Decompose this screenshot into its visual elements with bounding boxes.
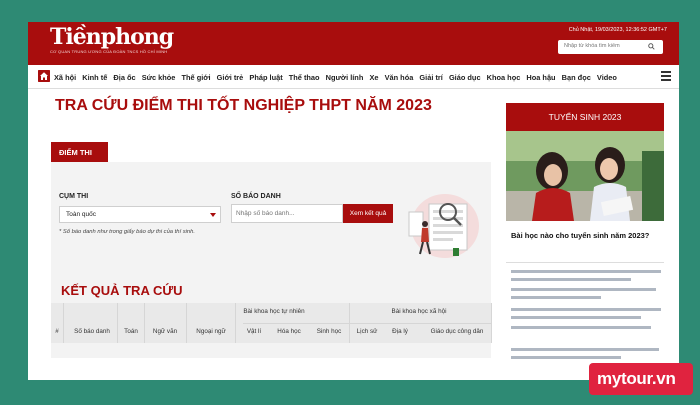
blurred-line xyxy=(511,326,651,329)
chevron-down-icon xyxy=(210,213,216,217)
nav-item-gioi-tre[interactable]: Giới trẻ xyxy=(217,73,244,82)
sbd-input[interactable] xyxy=(231,204,343,223)
col-header-index: # xyxy=(55,328,59,335)
col-header-toan: Toán xyxy=(124,328,138,335)
dateline: Chủ Nhật, 19/03/2023, 12:36:52 GMT+7 xyxy=(568,27,667,33)
col-header-vat-li: Vật lí xyxy=(246,328,262,335)
blurred-line xyxy=(511,288,656,291)
blurred-line xyxy=(511,278,631,281)
nav-item-suc-khoe[interactable]: Sức khỏe xyxy=(142,73,176,82)
results-title: KẾT QUẢ TRA CỨU xyxy=(61,283,183,298)
nav-item-hoa-hau[interactable]: Hoa hậu xyxy=(526,73,555,82)
search-input[interactable] xyxy=(564,43,639,49)
sidebar-divider xyxy=(506,262,664,263)
browser-page: Tiềnphong CƠ QUAN TRUNG ƯƠNG CỦA ĐOÀN TN… xyxy=(28,22,679,380)
nav-item-xe[interactable]: Xe xyxy=(369,73,378,82)
menu-icon[interactable] xyxy=(661,71,671,82)
col-header-sbd: Số báo danh xyxy=(74,328,110,335)
blurred-line xyxy=(511,348,659,351)
blurred-line xyxy=(511,316,641,319)
nav-item-nguoi-linh[interactable]: Người lính xyxy=(326,73,364,82)
search-illustration xyxy=(408,194,479,258)
page-title: TRA CỨU ĐIỂM THI TỐT NGHIỆP THPT NĂM 202… xyxy=(55,97,432,114)
cum-thi-value: Toàn quốc xyxy=(66,211,96,218)
logo-subtitle: CƠ QUAN TRUNG ƯƠNG CỦA ĐOÀN TNCS HỒ CHÍ … xyxy=(50,49,168,54)
site-header: Tiềnphong CƠ QUAN TRUNG ƯƠNG CỦA ĐOÀN TN… xyxy=(28,22,679,65)
col-header-gdcd: Giáo dục công dân xyxy=(430,328,484,335)
results-table: Bài khoa học tự nhiên Bài khoa học xã hộ… xyxy=(51,303,492,343)
view-results-button[interactable]: Xem kết quả xyxy=(343,204,393,223)
mytour-watermark: mytour.vn xyxy=(589,363,693,395)
sbd-label: SỐ BÁO DANH xyxy=(231,193,281,200)
sidebar-article-title[interactable]: Bài học nào cho tuyển sinh năm 2023? xyxy=(511,230,661,241)
cum-thi-select[interactable]: Toàn quốc xyxy=(59,206,221,223)
students-photo[interactable] xyxy=(506,131,664,221)
blurred-line xyxy=(511,308,661,311)
group-header-tn: Bài khoa học tự nhiên xyxy=(243,308,305,315)
col-header-hoa-hoc: Hóa học xyxy=(277,328,301,335)
nav-item-the-thao[interactable]: Thể thao xyxy=(289,73,320,82)
group-header-xh: Bài khoa học xã hội xyxy=(391,308,447,315)
nav-item-xa-hoi[interactable]: Xã hội xyxy=(54,73,76,82)
nav-item-phap-luat[interactable]: Pháp luật xyxy=(249,73,282,82)
site-logo[interactable]: Tiềnphong CƠ QUAN TRUNG ƯƠNG CỦA ĐOÀN TN… xyxy=(50,24,174,54)
tab-diem-thi[interactable]: ĐIỂM THI xyxy=(51,142,108,162)
home-icon[interactable] xyxy=(38,70,50,82)
col-header-ngu-van: Ngữ văn xyxy=(152,328,178,335)
blurred-line xyxy=(511,356,621,359)
nav-item-the-gioi[interactable]: Thế giới xyxy=(182,73,211,82)
nav-item-giai-tri[interactable]: Giải trí xyxy=(419,73,442,82)
nav-item-video[interactable]: Video xyxy=(597,73,617,82)
blurred-line xyxy=(511,296,601,299)
col-header-lich-su: Lịch sử xyxy=(356,328,378,335)
header-search[interactable] xyxy=(558,40,663,54)
cum-thi-label: CỤM THI xyxy=(59,193,89,200)
col-header-ngoai-ngu: Ngoại ngữ xyxy=(196,328,226,335)
sidebar-header: TUYỂN SINH 2023 xyxy=(506,103,664,131)
nav-item-giao-duc[interactable]: Giáo dục xyxy=(449,73,481,82)
nav-item-van-hoa[interactable]: Văn hóa xyxy=(385,73,414,82)
nav-item-kinh-te[interactable]: Kinh tế xyxy=(82,73,107,82)
col-header-dia-ly: Địa lý xyxy=(392,328,408,335)
sbd-note: * Số báo danh như trong giấy báo dự thi … xyxy=(59,229,195,235)
main-nav: Xã hội Kinh tế Địa ốc Sức khỏe Thế giới … xyxy=(28,65,679,89)
nav-item-ban-doc[interactable]: Bạn đọc xyxy=(562,73,591,82)
col-header-sinh-hoc: Sinh học xyxy=(316,328,342,335)
blurred-line xyxy=(511,270,661,273)
nav-item-dia-oc[interactable]: Địa ốc xyxy=(113,73,135,82)
search-icon[interactable] xyxy=(648,43,655,50)
nav-item-khoa-hoc[interactable]: Khoa học xyxy=(487,73,521,82)
logo-text: Tiềnphong xyxy=(50,24,174,50)
